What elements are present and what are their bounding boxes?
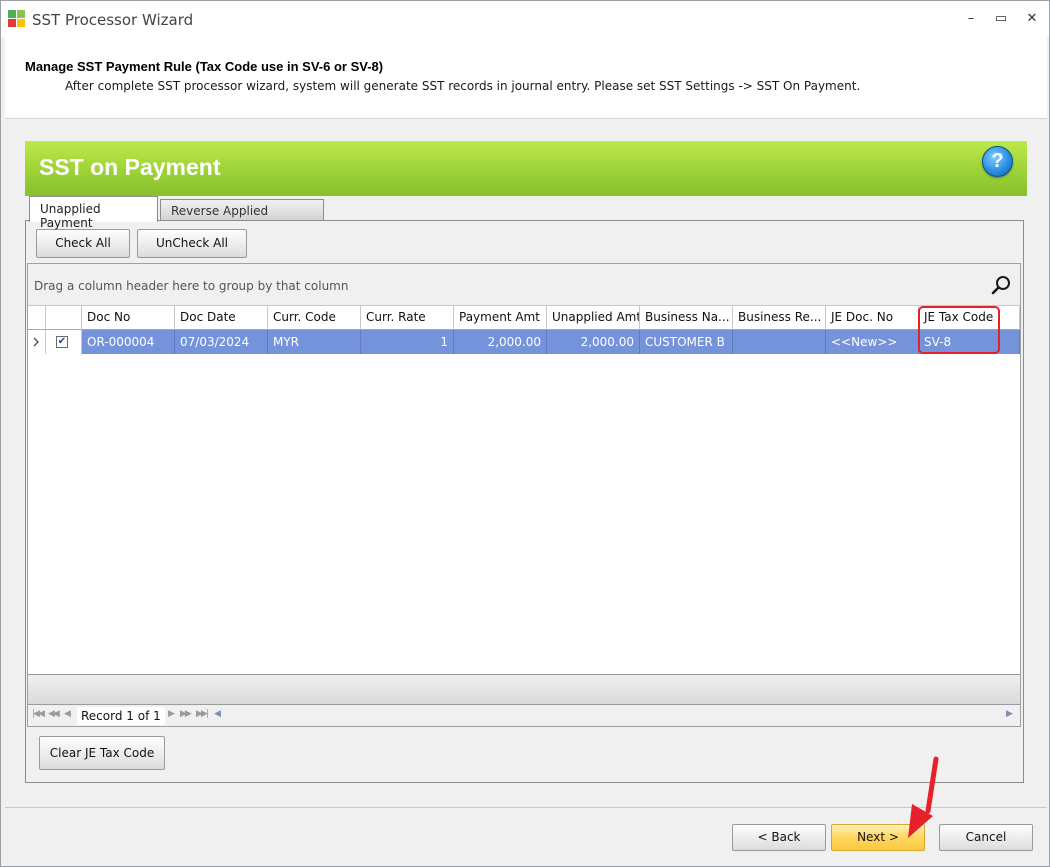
banner-title: SST on Payment xyxy=(39,154,221,180)
page-title: Manage SST Payment Rule (Tax Code use in… xyxy=(25,59,384,74)
cell-doc-date[interactable]: 07/03/2024 xyxy=(175,330,268,354)
minimize-button[interactable]: – xyxy=(961,9,981,29)
prev-page-icon[interactable]: ◀◀ xyxy=(48,709,60,719)
cell-curr-rate[interactable]: 1 xyxy=(361,330,454,354)
cell-business-reg[interactable] xyxy=(733,330,826,354)
grid-footer xyxy=(28,674,1020,705)
section-banner: SST on Payment ? xyxy=(25,141,1027,196)
help-icon[interactable]: ? xyxy=(982,146,1013,177)
row-checkbox[interactable]: ✔ xyxy=(56,336,68,348)
close-button[interactable]: ✕ xyxy=(1022,9,1042,29)
next-record-icon[interactable]: ▶ xyxy=(168,709,175,719)
header-indicator xyxy=(28,306,46,330)
group-by-panel[interactable]: Drag a column header here to group by th… xyxy=(28,264,1020,306)
record-navigator: |◀◀ ◀◀ ◀ Record 1 of 1 ▶ ▶▶ ▶▶| ◀ ▶ xyxy=(28,705,1020,726)
cell-curr-code[interactable]: MYR xyxy=(268,330,361,354)
last-record-icon[interactable]: ▶▶| xyxy=(196,709,209,719)
header-business-reg[interactable]: Business Re... xyxy=(733,306,826,330)
cell-unapplied-amt[interactable]: 2,000.00 xyxy=(547,330,640,354)
payment-grid[interactable]: Drag a column header here to group by th… xyxy=(27,263,1021,727)
tab-reverse-applied-payment[interactable]: Reverse Applied Payment xyxy=(160,199,324,232)
header-doc-date[interactable]: Doc Date xyxy=(175,306,268,330)
scroll-right-icon[interactable]: ▶ xyxy=(1006,709,1013,719)
chevron-right-icon xyxy=(33,337,39,347)
header-select[interactable] xyxy=(46,306,82,330)
next-button[interactable]: Next > xyxy=(831,824,925,851)
cell-business-name[interactable]: CUSTOMER B xyxy=(640,330,733,354)
header-business-name[interactable]: Business Na... xyxy=(640,306,733,330)
table-row[interactable]: ✔ OR-000004 07/03/2024 MYR 1 2,000.00 2,… xyxy=(28,330,1020,354)
app-icon xyxy=(8,10,25,27)
uncheck-all-button[interactable]: UnCheck All xyxy=(137,229,247,258)
cell-je-doc-no[interactable]: <<New>> xyxy=(826,330,919,354)
header-payment-amt[interactable]: Payment Amt xyxy=(454,306,547,330)
cell-je-tax-code[interactable]: SV-8 xyxy=(919,330,1020,354)
header-doc-no[interactable]: Doc No xyxy=(82,306,175,330)
header-je-doc-no[interactable]: JE Doc. No xyxy=(826,306,919,330)
cancel-button[interactable]: Cancel xyxy=(939,824,1033,851)
header-curr-code[interactable]: Curr. Code xyxy=(268,306,361,330)
record-count: Record 1 of 1 xyxy=(77,707,165,725)
clear-je-tax-code-button[interactable]: Clear JE Tax Code xyxy=(39,736,165,770)
footer-divider xyxy=(5,807,1047,808)
header-unapplied-amt[interactable]: Unapplied Amt xyxy=(547,306,640,330)
maximize-button[interactable]: ▭ xyxy=(991,9,1011,29)
cell-payment-amt[interactable]: 2,000.00 xyxy=(454,330,547,354)
title-bar[interactable]: SST Processor Wizard – ▭ ✕ xyxy=(1,1,1049,37)
search-icon[interactable] xyxy=(991,275,1011,295)
page-description: After complete SST processor wizard, sys… xyxy=(65,79,861,93)
group-by-hint: Drag a column header here to group by th… xyxy=(34,279,349,293)
first-record-icon[interactable]: |◀◀ xyxy=(32,709,45,719)
wizard-header: Manage SST Payment Rule (Tax Code use in… xyxy=(5,37,1047,119)
header-je-tax-code[interactable]: JE Tax Code xyxy=(919,306,1020,330)
row-indicator xyxy=(28,330,46,354)
tab-unapplied-payment[interactable]: Unapplied Payment xyxy=(29,196,158,230)
header-curr-rate[interactable]: Curr. Rate xyxy=(361,306,454,330)
row-select-cell[interactable]: ✔ xyxy=(46,330,82,354)
next-page-icon[interactable]: ▶▶ xyxy=(180,709,192,719)
scroll-left-icon[interactable]: ◀ xyxy=(214,709,221,719)
cell-doc-no[interactable]: OR-000004 xyxy=(82,330,175,354)
prev-record-icon[interactable]: ◀ xyxy=(64,709,71,719)
wizard-window: SST Processor Wizard – ▭ ✕ Manage SST Pa… xyxy=(0,0,1050,867)
check-all-button[interactable]: Check All xyxy=(36,229,130,258)
back-button[interactable]: < Back xyxy=(732,824,826,851)
window-title: SST Processor Wizard xyxy=(32,11,194,29)
